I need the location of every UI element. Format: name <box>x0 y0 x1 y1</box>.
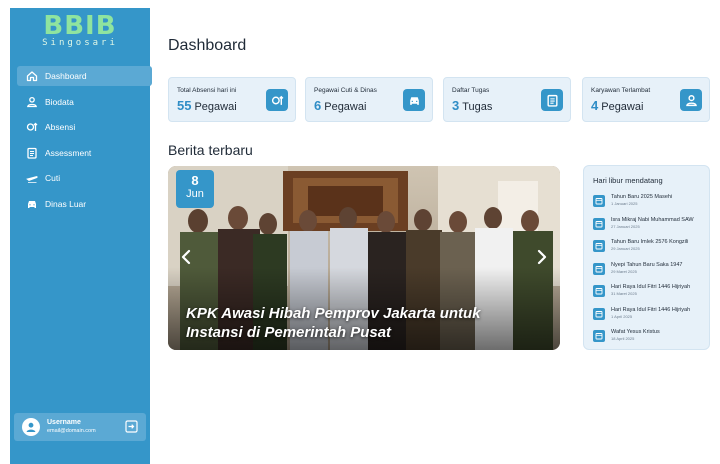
chevron-left-icon[interactable] <box>180 249 192 265</box>
sidebar-item-biodata[interactable]: Biodata <box>17 92 152 112</box>
sidebar-item-label: Absensi <box>45 122 76 132</box>
avatar <box>22 418 40 436</box>
sidebar-item-dashboard[interactable]: Dashboard <box>17 66 152 86</box>
stat-card-attendance[interactable]: Total Absensi hari ini 55 Pegawai <box>168 77 296 122</box>
holiday-date: 31 Maret 2025 <box>611 291 637 296</box>
home-icon <box>25 69 39 83</box>
car-icon <box>403 89 425 111</box>
card-value: 55 Pegawai <box>177 98 237 113</box>
holiday-date: 29 Maret 2025 <box>611 268 637 274</box>
holiday-name: Tahun Baru 2025 Masehi <box>611 194 673 200</box>
user-email: email@domain.com <box>47 428 96 434</box>
calendar-icon <box>593 217 605 230</box>
stat-card-tasks[interactable]: Daftar Tugas 3 Tugas <box>443 77 571 122</box>
logout-icon[interactable] <box>125 420 138 433</box>
holiday-item: Tahun Baru 2025 Masehi 1 Januari 2025 <box>593 194 672 207</box>
holiday-name: Isra Mikraj Nabi Muhammad SAW <box>611 216 694 223</box>
sidebar-item-label: Assessment <box>45 147 92 158</box>
user-icon <box>25 95 39 109</box>
sidebar-item-label: Biodata <box>45 96 74 107</box>
sidebar-item-absensi[interactable]: Absensi <box>17 117 152 137</box>
brand-subtitle: Singosari <box>42 38 118 48</box>
holiday-item: Hari Raya Idul Fitri 1446 Hijriyah 31 Mar… <box>593 284 690 297</box>
airplane-icon <box>25 171 39 185</box>
calendar-icon <box>593 285 605 297</box>
sidebar-item-assessment[interactable]: Assessment <box>17 143 152 163</box>
brand-logo[interactable]: BBIB Singosari <box>10 12 150 48</box>
calendar-icon <box>593 240 605 252</box>
calendar-icon <box>593 330 605 342</box>
clipboard-icon <box>25 146 39 160</box>
attendance-icon <box>266 89 288 111</box>
news-carousel[interactable]: 8 Jun KPK Awasi Hibah Pemprov Jakarta un… <box>168 166 560 350</box>
card-label: Pegawai Cuti & Dinas <box>314 87 377 94</box>
holiday-item: Tahun Baru Imlek 2576 Kongzili 29 Januari… <box>593 239 688 252</box>
user-profile[interactable]: Username email@domain.com <box>14 413 146 441</box>
holiday-panel: Hari libur mendatang Tahun Baru 2025 Mas… <box>583 165 710 350</box>
sidebar-item-label: Cuti <box>45 173 61 183</box>
holiday-title: Hari libur mendatang <box>593 176 663 185</box>
car-icon <box>25 197 39 211</box>
calendar-icon <box>593 195 605 207</box>
news-title[interactable]: KPK Awasi Hibah Pemprov Jakarta untuk In… <box>186 304 486 342</box>
chevron-right-icon[interactable] <box>536 249 548 265</box>
card-value: 4 Pegawai <box>591 98 644 113</box>
card-value: 6 Pegawai <box>314 98 367 113</box>
holiday-date: 27 Januari 2025 <box>611 223 640 229</box>
holiday-name: Hari Raya Idul Fitri 1446 Hijriyah <box>611 306 691 313</box>
calendar-icon <box>593 307 605 320</box>
news-month: Jun <box>186 188 204 200</box>
holiday-item: Hari Raya Idul Fitri 1446 Hijriyah 1 Apri… <box>593 307 690 320</box>
attendance-icon <box>25 120 39 134</box>
holiday-item: Wafat Yesus Kristus 18 April 2025 <box>593 329 660 342</box>
sidebar-nav: Dashboard Biodata Absensi Assessment Cut… <box>17 66 152 219</box>
card-label: Total Absensi hari ini <box>177 87 237 94</box>
sidebar-item-dinas-luar[interactable]: Dinas Luar <box>17 194 152 214</box>
sidebar: BBIB Singosari Dashboard Biodata Absensi <box>10 8 152 464</box>
user-name: Username <box>47 419 81 426</box>
sidebar-item-cuti[interactable]: Cuti <box>17 168 152 188</box>
holiday-date: 18 April 2025 <box>611 336 635 341</box>
stat-card-leave[interactable]: Pegawai Cuti & Dinas 6 Pegawai <box>305 77 433 122</box>
calendar-icon <box>593 262 605 275</box>
holiday-date: 1 Januari 2025 <box>611 201 638 206</box>
user-info: Username email@domain.com <box>47 419 96 435</box>
holiday-item: Isra Mikraj Nabi Muhammad SAW 27 Januari … <box>593 217 694 230</box>
holiday-name: Nyepi Tahun Baru Saka 1947 <box>611 261 683 268</box>
news-day: 8 <box>191 173 199 188</box>
holiday-name: Hari Raya Idul Fitri 1446 Hijriyah <box>611 284 691 290</box>
sidebar-item-label: Dashboard <box>45 71 87 81</box>
holiday-name: Wafat Yesus Kristus <box>611 329 660 335</box>
clipboard-icon <box>541 89 563 111</box>
holiday-name: Tahun Baru Imlek 2576 Kongzili <box>611 239 689 245</box>
holiday-date: 1 April 2025 <box>611 313 633 319</box>
stat-card-late[interactable]: Karyawan Terlambat 4 Pegawai <box>582 77 710 122</box>
card-value: 3 Tugas <box>452 98 493 113</box>
news-date-badge: 8 Jun <box>176 170 214 208</box>
holiday-item: Nyepi Tahun Baru Saka 1947 29 Maret 2025 <box>593 262 682 275</box>
user-icon <box>680 89 702 111</box>
news-heading: Berita terbaru <box>168 142 253 158</box>
sidebar-item-label: Dinas Luar <box>45 198 87 209</box>
card-label: Daftar Tugas <box>452 87 490 94</box>
holiday-date: 29 Januari 2025 <box>611 246 640 251</box>
brand-name: BBIB <box>43 11 117 41</box>
card-label: Karyawan Terlambat <box>591 87 651 94</box>
page-title: Dashboard <box>168 37 247 54</box>
